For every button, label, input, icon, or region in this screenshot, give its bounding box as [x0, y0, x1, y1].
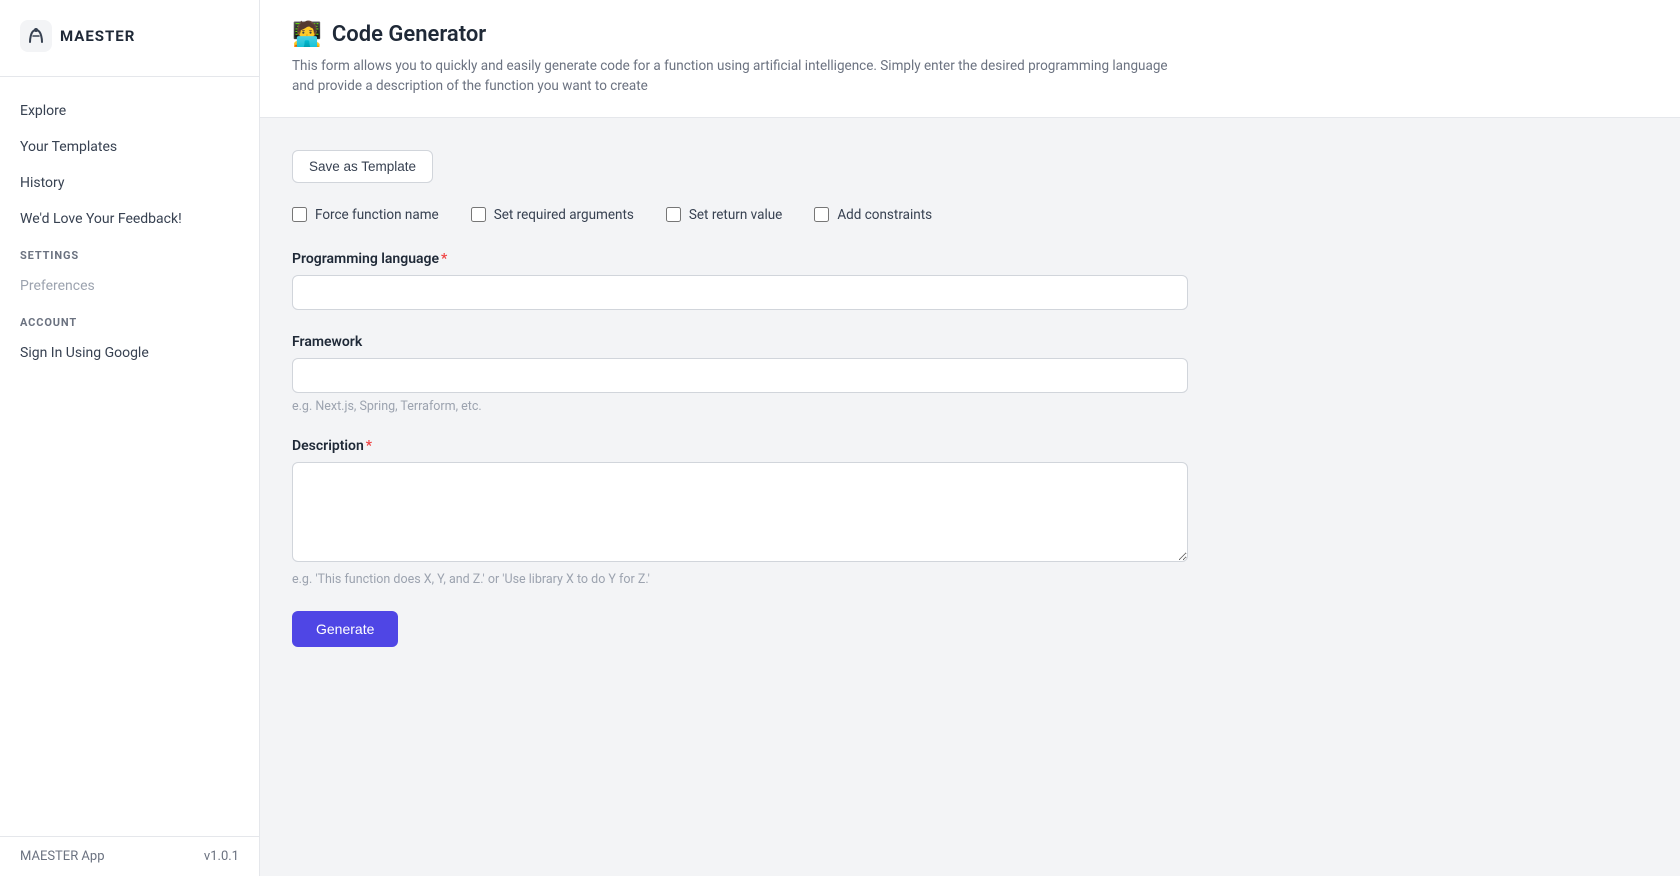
page-title: Code Generator	[332, 22, 486, 47]
sidebar-item-feedback[interactable]: We'd Love Your Feedback!	[0, 201, 259, 237]
account-section-label: ACCOUNT	[0, 304, 259, 335]
set-return-value-checkbox-item[interactable]: Set return value	[666, 207, 782, 223]
framework-label: Framework	[292, 334, 1188, 350]
force-function-name-label: Force function name	[315, 207, 439, 223]
generate-button[interactable]: Generate	[292, 611, 398, 647]
set-return-value-label: Set return value	[689, 207, 782, 223]
maester-logo-icon	[20, 20, 52, 52]
force-function-name-checkbox[interactable]	[292, 207, 307, 222]
settings-section-label: SETTINGS	[0, 237, 259, 268]
footer-version: v1.0.1	[204, 849, 239, 864]
programming-language-group: Programming language*	[292, 251, 1188, 310]
set-required-args-checkbox-item[interactable]: Set required arguments	[471, 207, 634, 223]
programming-language-label: Programming language*	[292, 251, 1188, 267]
add-constraints-checkbox[interactable]	[814, 207, 829, 222]
description-label: Description*	[292, 438, 1188, 454]
description-group: Description* e.g. 'This function does X,…	[292, 438, 1188, 587]
sidebar-item-history[interactable]: History	[0, 165, 259, 201]
force-function-name-checkbox-item[interactable]: Force function name	[292, 207, 439, 223]
sidebar-item-your-templates[interactable]: Your Templates	[0, 129, 259, 165]
logo-area: MAESTER	[0, 0, 259, 77]
checkboxes-row: Force function name Set required argumen…	[292, 207, 1188, 223]
sidebar-item-explore[interactable]: Explore	[0, 93, 259, 129]
framework-hint: e.g. Next.js, Spring, Terraform, etc.	[292, 399, 1188, 414]
form-area: Save as Template Force function name Set…	[260, 118, 1220, 679]
page-title-row: 🧑‍💻 Code Generator	[292, 20, 1648, 48]
main-content: 🧑‍💻 Code Generator This form allows you …	[260, 0, 1680, 876]
sidebar-item-sign-in[interactable]: Sign In Using Google	[0, 335, 259, 371]
logo-text: MAESTER	[60, 27, 135, 45]
description-hint: e.g. 'This function does X, Y, and Z.' o…	[292, 572, 1188, 587]
sidebar: MAESTER Explore Your Templates History W…	[0, 0, 260, 876]
page-title-emoji: 🧑‍💻	[292, 20, 322, 48]
description-textarea[interactable]	[292, 462, 1188, 562]
set-required-args-checkbox[interactable]	[471, 207, 486, 222]
footer-app-name: MAESTER App	[20, 849, 105, 864]
sidebar-footer: MAESTER App v1.0.1	[0, 836, 259, 876]
framework-group: Framework e.g. Next.js, Spring, Terrafor…	[292, 334, 1188, 414]
save-as-template-button[interactable]: Save as Template	[292, 150, 433, 183]
sidebar-item-preferences: Preferences	[0, 268, 259, 304]
page-description: This form allows you to quickly and easi…	[292, 56, 1192, 97]
page-header: 🧑‍💻 Code Generator This form allows you …	[260, 0, 1680, 118]
programming-language-input[interactable]	[292, 275, 1188, 310]
framework-input[interactable]	[292, 358, 1188, 393]
add-constraints-label: Add constraints	[837, 207, 932, 223]
set-return-value-checkbox[interactable]	[666, 207, 681, 222]
sidebar-navigation: Explore Your Templates History We'd Love…	[0, 77, 259, 836]
add-constraints-checkbox-item[interactable]: Add constraints	[814, 207, 932, 223]
set-required-args-label: Set required arguments	[494, 207, 634, 223]
